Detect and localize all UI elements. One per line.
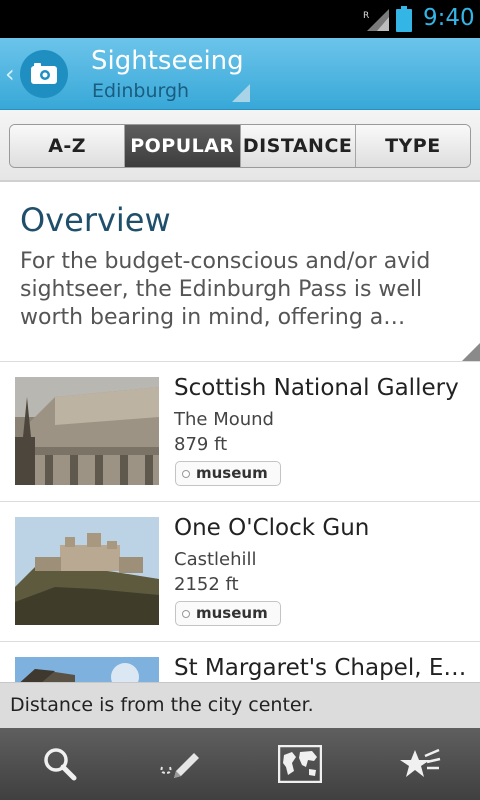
list-item[interactable]: One O'Clock Gun Castlehill 2152 ft museu…	[0, 502, 480, 642]
status-bar: R 9:40	[0, 0, 480, 38]
svg-text:R: R	[363, 11, 369, 21]
tag-icon	[182, 610, 190, 618]
tab-a-z[interactable]: A-Z	[10, 125, 126, 167]
map-button[interactable]	[240, 728, 360, 800]
action-bar-title[interactable]: Sightseeing	[91, 46, 244, 76]
action-bar: ‹ Sightseeing Edinburgh	[0, 38, 480, 110]
search-icon	[44, 748, 77, 781]
overview-text: For the budget-conscious and/or avid sig…	[20, 249, 431, 330]
map-icon	[278, 745, 322, 783]
sights-list: Scottish National Gallery The Mound 879 …	[0, 362, 480, 682]
bottom-bar	[0, 728, 480, 800]
edit-button[interactable]	[120, 728, 240, 800]
battery-icon	[396, 6, 412, 32]
pencil-icon	[160, 753, 199, 778]
tab-type[interactable]: TYPE	[355, 125, 470, 167]
favorites-star-icon	[400, 748, 441, 777]
signal-roaming-icon: R	[363, 9, 389, 31]
tab-distance[interactable]: DISTANCE	[240, 125, 356, 167]
city-selector[interactable]: Edinburgh	[92, 80, 189, 102]
tag-label: museum	[196, 604, 268, 622]
item-distance: 2152 ft	[174, 574, 239, 595]
tabs-area: A-Z POPULAR DISTANCE TYPE	[0, 110, 480, 182]
tab-popular[interactable]: POPULAR	[125, 125, 241, 167]
category-tag[interactable]: museum	[175, 601, 281, 626]
favorites-button[interactable]	[360, 728, 480, 800]
camera-icon[interactable]	[19, 49, 69, 99]
tag-label: museum	[196, 464, 268, 482]
dropdown-triangle-icon[interactable]	[232, 84, 250, 102]
item-name: St Margaret's Chapel, Edi…	[174, 655, 474, 681]
expand-corner-icon	[462, 343, 480, 361]
overview-card[interactable]: Overview For the budget-conscious and/or…	[0, 184, 480, 362]
castle-thumbnail	[15, 517, 159, 625]
tag-icon	[182, 470, 190, 478]
up-caret-icon[interactable]: ‹	[5, 60, 15, 88]
list-item[interactable]: Scottish National Gallery The Mound 879 …	[0, 362, 480, 502]
toast-text: Distance is from the city center.	[10, 694, 314, 716]
item-address: Castlehill	[174, 549, 257, 570]
chapel-thumbnail	[15, 657, 159, 682]
item-address: The Mound	[174, 409, 274, 430]
gallery-thumbnail	[15, 377, 159, 485]
search-button[interactable]	[0, 728, 120, 800]
sort-tabs: A-Z POPULAR DISTANCE TYPE	[9, 124, 471, 168]
overview-title: Overview	[20, 201, 171, 239]
list-item[interactable]: St Margaret's Chapel, Edi…	[0, 642, 480, 682]
item-distance: 879 ft	[174, 434, 228, 455]
item-name: Scottish National Gallery	[174, 375, 459, 401]
toast: Distance is from the city center.	[0, 682, 480, 728]
category-tag[interactable]: museum	[175, 461, 281, 486]
item-name: One O'Clock Gun	[174, 515, 370, 541]
clock: 9:40	[423, 5, 475, 31]
